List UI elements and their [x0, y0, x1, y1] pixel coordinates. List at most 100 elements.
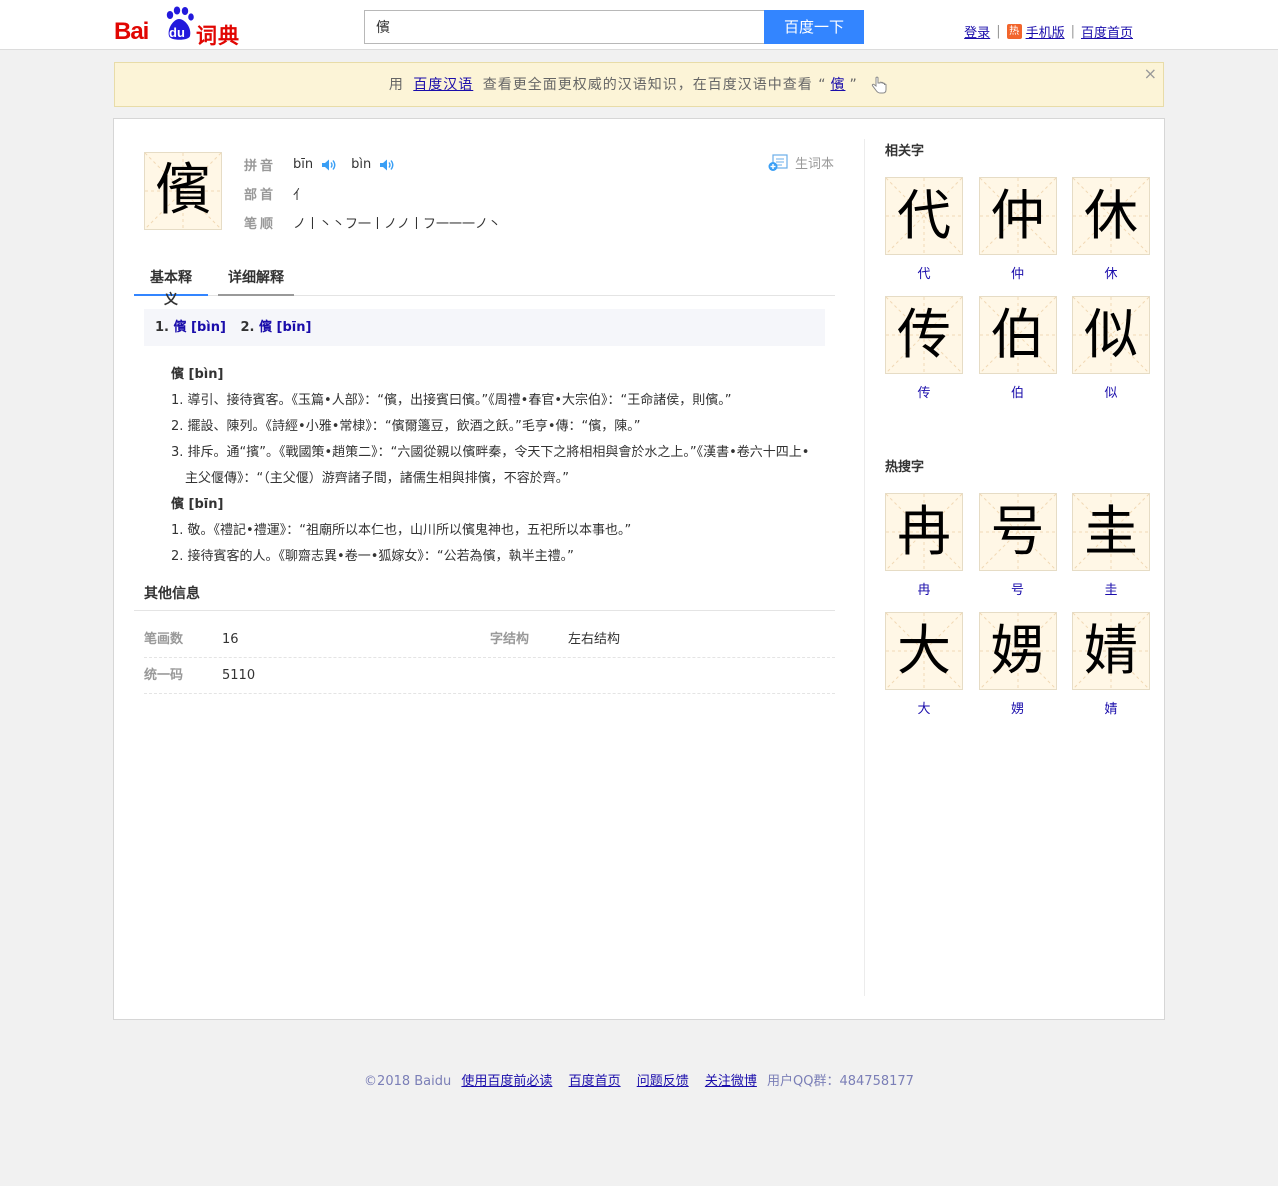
hot-char-glyph: 号	[990, 500, 1045, 563]
tab-detailed-explanation[interactable]: 详细解释	[218, 267, 294, 296]
related-char-glyph: 代	[897, 184, 951, 247]
pinyin-row: 拼音 bīn bìn	[244, 155, 409, 174]
hot-char-link[interactable]: 娚	[979, 698, 1057, 717]
vocabulary-button[interactable]: 生词本	[768, 153, 834, 172]
related-chars-title: 相关字	[885, 144, 925, 159]
related-char-box[interactable]: 仲	[978, 177, 1057, 255]
logo-cidian-text: 词典	[196, 24, 240, 48]
sidebar-divider	[864, 139, 865, 996]
related-char-box[interactable]: 传	[885, 296, 963, 374]
related-char-link[interactable]: 代	[885, 263, 963, 282]
definition-item: 1. 導引、接待賓客。《玉篇•人部》：“儐，出接賓曰儐。”《周禮•春官•大宗伯》…	[171, 393, 732, 408]
footer-home-link[interactable]: 百度首页	[569, 1074, 621, 1089]
hot-char-link[interactable]: 号	[979, 579, 1057, 598]
hot-cell[interactable]: 大大	[885, 612, 963, 717]
related-char-link[interactable]: 伯	[979, 382, 1057, 401]
hot-char-box[interactable]: 婧	[1072, 612, 1150, 690]
related-char-glyph: 伯	[990, 303, 1045, 366]
mobile-version-link[interactable]: 手机版	[1026, 22, 1065, 41]
baidu-home-link[interactable]: 百度首页	[1081, 22, 1133, 41]
related-char-link[interactable]: 仲	[979, 263, 1057, 282]
related-char-link[interactable]: 似	[1072, 382, 1150, 401]
baidu-cidian-logo[interactable]: Bai du 词典	[114, 6, 244, 48]
character-display: 儐	[144, 152, 222, 230]
hot-char-box[interactable]: 号	[978, 493, 1057, 571]
related-char-box[interactable]: 休	[1072, 177, 1150, 255]
hot-char-glyph: 婧	[1084, 619, 1138, 682]
top-header: Bai du 词典 百度一下 登录 | 热 手机版 | 百度首页	[0, 0, 1278, 50]
definition-item: 3. 排斥。通“擯”。《戰國策•趙策二》：“六國從親以儐畔秦，令天下之將相相與會…	[171, 445, 810, 460]
related-cell[interactable]: 伯伯	[978, 296, 1057, 401]
terms-link[interactable]: 使用百度前必读	[461, 1074, 552, 1089]
footer: ©2018 Baidu 使用百度前必读 百度首页 问题反馈 关注微博 用户QQ群…	[0, 1070, 1278, 1089]
quote-close: ”	[849, 77, 858, 93]
hot-char-link[interactable]: 冉	[885, 579, 963, 598]
hot-chars-title: 热搜字	[885, 460, 925, 475]
char-hanyu-link[interactable]: 儐	[830, 77, 845, 93]
hot-char-glyph: 大	[897, 619, 951, 682]
hot-char-box[interactable]: 冉	[885, 493, 963, 571]
speaker-icon[interactable]	[321, 158, 337, 172]
search-button[interactable]: 百度一下	[764, 10, 864, 44]
quote-open: “	[818, 77, 827, 93]
hot-char-link[interactable]: 圭	[1072, 579, 1150, 598]
related-char-link[interactable]: 传	[885, 382, 963, 401]
other-info-row: 笔画数 16 字结构 左右结构	[144, 622, 835, 658]
separator: |	[996, 24, 1001, 39]
definition-item: 1. 敬。《禮記•禮運》：“祖廟所以本仁也，山川所以儐鬼神也，五祀所以本事也。”	[171, 523, 632, 538]
main-panel: 儐 拼音 bīn bìn 部首 亻 笔顺 ノ丨丶丶フ一丨ノノ丨フ一一一ノ丶 生词…	[113, 118, 1165, 1020]
speaker-icon[interactable]	[379, 158, 395, 172]
related-cell[interactable]: 似似	[1072, 296, 1150, 401]
subtab-number: 2.	[240, 320, 255, 335]
related-cell[interactable]: 仲仲	[978, 177, 1057, 282]
hot-char-box[interactable]: 圭	[1072, 493, 1150, 571]
weibo-link[interactable]: 关注微博	[705, 1074, 757, 1089]
hot-cell[interactable]: 圭圭	[1072, 493, 1150, 598]
tab-basic-definition[interactable]: 基本释义	[134, 267, 208, 308]
stroke-order-row: 笔顺 ノ丨丶丶フ一丨ノノ丨フ一一一ノ丶	[244, 213, 501, 232]
copyright: ©2018 Baidu	[364, 1074, 452, 1089]
search-input[interactable]	[364, 10, 765, 44]
unicode-label: 统一码	[144, 668, 184, 683]
close-icon[interactable]: ×	[1144, 63, 1158, 85]
qq-group: 用户QQ群：484758177	[767, 1074, 914, 1089]
hot-cell[interactable]: 娚娚	[978, 612, 1057, 717]
stroke-count-value: 16	[222, 632, 239, 647]
notice-bar: 用 百度汉语 查看更全面更权威的汉语知识，在百度汉语中查看 “儐” ×	[114, 62, 1164, 107]
hot-char-box[interactable]: 娚	[978, 612, 1057, 690]
hot-cell[interactable]: 号号	[978, 493, 1057, 598]
hot-cell[interactable]: 婧婧	[1072, 612, 1150, 717]
unicode-value: 5110	[222, 668, 256, 683]
hot-char-box[interactable]: 大	[885, 612, 963, 690]
baidu-hanyu-link[interactable]: 百度汉语	[413, 77, 473, 93]
related-char-box[interactable]: 代	[885, 177, 963, 255]
main-character: 儐	[155, 158, 211, 223]
related-char-glyph: 休	[1084, 184, 1138, 247]
hot-chars-grid: 冉冉号号圭圭大大娚娚婧婧	[885, 493, 1151, 723]
feedback-link[interactable]: 问题反馈	[637, 1074, 689, 1089]
add-vocab-icon	[768, 153, 788, 171]
logo-bai-text: Bai	[114, 18, 149, 45]
related-char-link[interactable]: 休	[1072, 263, 1150, 282]
stroke-order-label: 笔顺	[244, 217, 277, 232]
pinyin-item: bīn	[293, 157, 337, 172]
related-cell[interactable]: 代代	[885, 177, 963, 282]
stroke-count-label: 笔画数	[144, 632, 184, 647]
hot-char-link[interactable]: 大	[885, 698, 963, 717]
related-char-box[interactable]: 伯	[978, 296, 1057, 374]
pinyin-text: bìn	[351, 157, 372, 172]
related-char-box[interactable]: 似	[1072, 296, 1150, 374]
definitions: 儐 [bìn] 1. 導引、接待賓客。《玉篇•人部》：“儐，出接賓曰儐。”《周禮…	[171, 362, 831, 570]
hot-cell[interactable]: 冉冉	[885, 493, 963, 598]
radical-label: 部首	[244, 188, 277, 203]
related-cell[interactable]: 休休	[1072, 177, 1150, 282]
login-link[interactable]: 登录	[964, 22, 990, 41]
related-char-glyph: 传	[897, 303, 951, 366]
hot-char-link[interactable]: 婧	[1072, 698, 1150, 717]
logo-du-text: du	[169, 25, 185, 40]
related-char-glyph: 似	[1084, 303, 1138, 366]
radical-value: 亻	[293, 188, 307, 203]
subtab-bin4[interactable]: 儐 [bìn]	[174, 320, 226, 335]
related-cell[interactable]: 传传	[885, 296, 963, 401]
subtab-bin1[interactable]: 儐 [bīn]	[259, 320, 311, 335]
